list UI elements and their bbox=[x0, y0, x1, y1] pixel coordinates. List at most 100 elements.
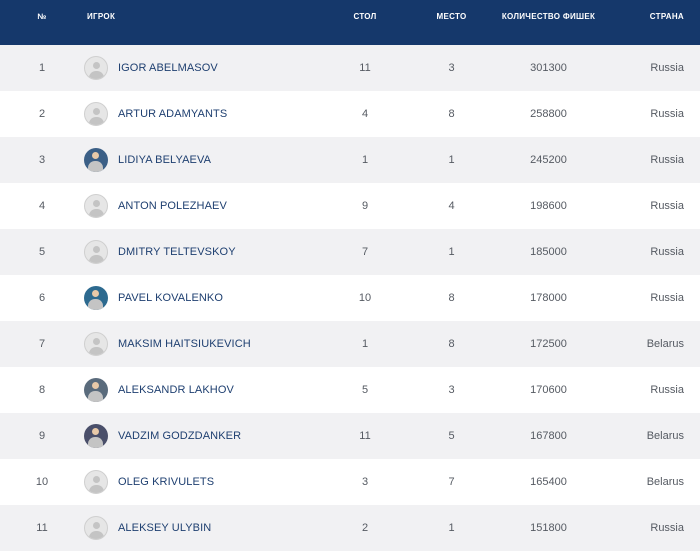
seat-cell: 8 bbox=[448, 292, 455, 304]
player-cell: OLEG KRIVULETS bbox=[84, 459, 306, 505]
user-placeholder-icon bbox=[84, 516, 108, 540]
user-placeholder-icon bbox=[84, 332, 108, 356]
rank-cell: 9 bbox=[38, 430, 46, 442]
player-cell: ALEKSEY ULYBIN bbox=[84, 505, 306, 551]
player-photo-icon bbox=[84, 378, 108, 402]
header-table[interactable]: СТОЛ bbox=[306, 0, 424, 45]
country-cell: Russia bbox=[650, 200, 684, 212]
player-name-link[interactable]: ARTUR ADAMYANTS bbox=[118, 108, 227, 120]
table-cell: 1 bbox=[361, 338, 369, 350]
player-cell: ALEKSANDR LAKHOV bbox=[84, 367, 306, 413]
chips-cell: 178000 bbox=[530, 292, 567, 304]
player-name-link[interactable]: ANTON POLEZHAEV bbox=[118, 200, 227, 212]
player-photo-icon bbox=[84, 148, 108, 172]
seat-cell: 4 bbox=[448, 200, 455, 212]
table-cell: 11 bbox=[359, 62, 371, 74]
chips-cell: 301300 bbox=[530, 62, 567, 74]
seat-cell: 1 bbox=[448, 522, 455, 534]
table-row: 7 MAKSIM HAITSIUKEVICH 1 8 172500 Belaru… bbox=[0, 321, 700, 367]
seat-cell: 7 bbox=[448, 476, 455, 488]
rank-cell: 11 bbox=[36, 522, 48, 534]
chips-cell: 185000 bbox=[530, 246, 567, 258]
table-row: 2 ARTUR ADAMYANTS 4 8 258800 Russia bbox=[0, 91, 700, 137]
player-photo-icon bbox=[84, 286, 108, 310]
player-name-link[interactable]: ALEKSANDR LAKHOV bbox=[118, 384, 234, 396]
rank-cell: 10 bbox=[35, 476, 49, 488]
seat-cell: 1 bbox=[448, 246, 455, 258]
user-placeholder-icon bbox=[84, 470, 108, 494]
player-name-link[interactable]: LIDIYA BELYAEVA bbox=[118, 154, 211, 166]
country-cell: Russia bbox=[650, 154, 684, 166]
table-cell: 10 bbox=[358, 292, 372, 304]
table-cell: 11 bbox=[359, 430, 371, 442]
table-body: 1 IGOR ABELMASOV 11 3 301300 Russia 2 AR… bbox=[0, 45, 700, 551]
seat-cell: 8 bbox=[448, 108, 455, 120]
rank-cell: 4 bbox=[38, 200, 46, 212]
rank-cell: 2 bbox=[38, 108, 46, 120]
user-placeholder-icon bbox=[84, 56, 108, 80]
country-cell: Russia bbox=[650, 292, 684, 304]
country-cell: Belarus bbox=[646, 338, 684, 350]
country-cell: Belarus bbox=[646, 430, 684, 442]
country-cell: Belarus bbox=[646, 476, 684, 488]
table-row: 9 VADZIM GODZDANKER 11 5 167800 Belarus bbox=[0, 413, 700, 459]
chips-cell: 172500 bbox=[530, 338, 567, 350]
country-cell: Russia bbox=[650, 62, 684, 74]
player-photo-icon bbox=[84, 424, 108, 448]
player-name-link[interactable]: PAVEL KOVALENKO bbox=[118, 292, 223, 304]
country-cell: Russia bbox=[650, 108, 684, 120]
table-cell: 7 bbox=[361, 246, 369, 258]
header-rank[interactable]: № bbox=[0, 0, 84, 45]
seat-cell: 3 bbox=[448, 384, 455, 396]
player-name-link[interactable]: ALEKSEY ULYBIN bbox=[118, 522, 211, 534]
table-row: 1 IGOR ABELMASOV 11 3 301300 Russia bbox=[0, 45, 700, 91]
rank-cell: 7 bbox=[38, 338, 46, 350]
chips-cell: 170600 bbox=[530, 384, 567, 396]
chips-cell: 167800 bbox=[530, 430, 567, 442]
player-name-link[interactable]: MAKSIM HAITSIUKEVICH bbox=[118, 338, 251, 350]
chip-count-table: № ИГРОК СТОЛ МЕСТО КОЛИЧЕСТВО ФИШЕК СТРА… bbox=[0, 0, 700, 551]
player-cell: ARTUR ADAMYANTS bbox=[84, 91, 306, 137]
player-cell: DMITRY TELTEVSKOY bbox=[84, 229, 306, 275]
country-cell: Russia bbox=[650, 384, 684, 396]
rank-cell: 3 bbox=[38, 154, 46, 166]
chips-cell: 165400 bbox=[530, 476, 567, 488]
player-name-link[interactable]: VADZIM GODZDANKER bbox=[118, 430, 241, 442]
player-name-link[interactable]: OLEG KRIVULETS bbox=[118, 476, 214, 488]
rank-cell: 1 bbox=[38, 62, 46, 74]
player-name-link[interactable]: IGOR ABELMASOV bbox=[118, 62, 218, 74]
player-name-link[interactable]: DMITRY TELTEVSKOY bbox=[118, 246, 236, 258]
player-cell: LIDIYA BELYAEVA bbox=[84, 137, 306, 183]
table-row: 3 LIDIYA BELYAEVA 1 1 245200 Russia bbox=[0, 137, 700, 183]
player-cell: PAVEL KOVALENKO bbox=[84, 275, 306, 321]
header-player[interactable]: ИГРОК bbox=[84, 0, 306, 45]
table-cell: 4 bbox=[361, 108, 369, 120]
rank-cell: 6 bbox=[38, 292, 46, 304]
country-cell: Russia bbox=[650, 246, 684, 258]
table-cell: 9 bbox=[361, 200, 369, 212]
seat-cell: 1 bbox=[448, 154, 455, 166]
header-seat[interactable]: МЕСТО bbox=[424, 0, 479, 45]
player-cell: IGOR ABELMASOV bbox=[84, 45, 306, 91]
table-row: 10 OLEG KRIVULETS 3 7 165400 Belarus bbox=[0, 459, 700, 505]
table-cell: 2 bbox=[361, 522, 369, 534]
player-cell: MAKSIM HAITSIUKEVICH bbox=[84, 321, 306, 367]
rank-cell: 8 bbox=[38, 384, 46, 396]
chips-cell: 151800 bbox=[530, 522, 567, 534]
table-row: 8 ALEKSANDR LAKHOV 5 3 170600 Russia bbox=[0, 367, 700, 413]
user-placeholder-icon bbox=[84, 194, 108, 218]
header-country[interactable]: СТРАНА bbox=[618, 0, 700, 45]
table-row: 11 ALEKSEY ULYBIN 2 1 151800 Russia bbox=[0, 505, 700, 551]
chips-cell: 258800 bbox=[530, 108, 567, 120]
table-cell: 5 bbox=[361, 384, 369, 396]
table-header-row: № ИГРОК СТОЛ МЕСТО КОЛИЧЕСТВО ФИШЕК СТРА… bbox=[0, 0, 700, 45]
table-cell: 1 bbox=[361, 154, 369, 166]
rank-cell: 5 bbox=[38, 246, 46, 258]
table-cell: 3 bbox=[361, 476, 369, 488]
player-cell: VADZIM GODZDANKER bbox=[84, 413, 306, 459]
user-placeholder-icon bbox=[84, 102, 108, 126]
seat-cell: 3 bbox=[448, 62, 455, 74]
chips-cell: 198600 bbox=[530, 200, 567, 212]
header-chips[interactable]: КОЛИЧЕСТВО ФИШЕК bbox=[479, 0, 618, 45]
user-placeholder-icon bbox=[84, 240, 108, 264]
